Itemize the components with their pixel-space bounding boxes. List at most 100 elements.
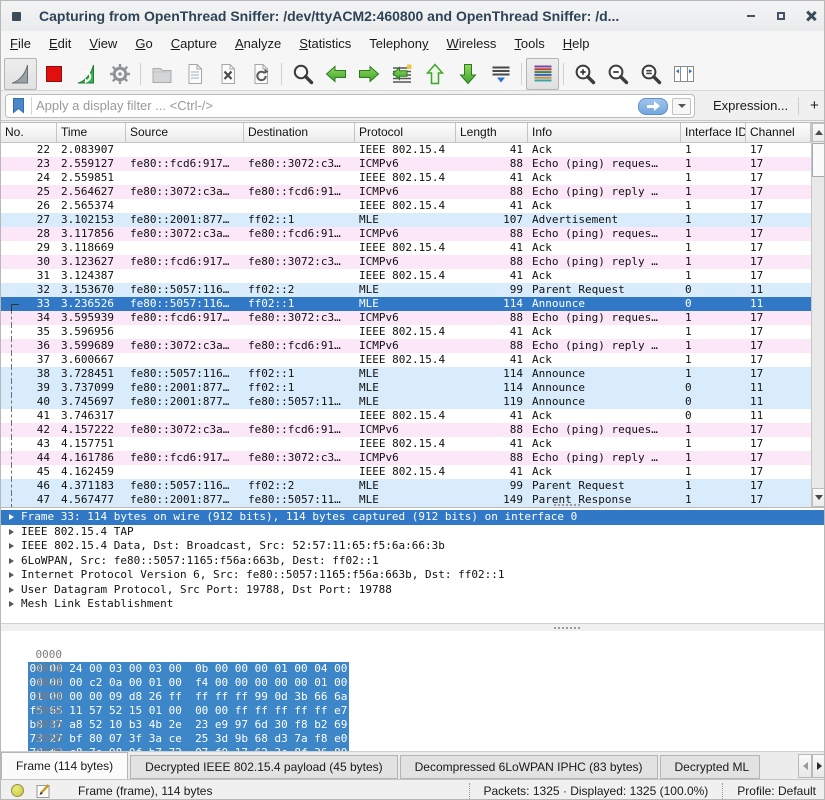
menu-item-statistics[interactable]: Statistics: [290, 31, 360, 57]
packet-row[interactable]: 24 2.559851 IEEE 802.15.4 41 Ack 1 17: [1, 171, 811, 185]
column-header-no[interactable]: No.: [1, 123, 57, 143]
packet-row[interactable]: 35 3.596956 IEEE 802.15.4 41 Ack 1 17: [1, 325, 811, 339]
packet-row[interactable]: 34 3.595939 fe80::fcd6:917… fe80::3072:c…: [1, 311, 811, 325]
zoom-out-button[interactable]: [601, 58, 634, 90]
hex-row[interactable]: 0010 00 00 00 c2 0a 00 01 00 f4 00 00 00…: [1, 648, 825, 662]
auto-scroll-button[interactable]: [484, 58, 517, 90]
menu-item-view[interactable]: View: [80, 31, 126, 57]
column-header-channel[interactable]: Channel: [746, 123, 811, 143]
restart-capture-button[interactable]: [70, 58, 103, 90]
scrollbar-thumb[interactable]: [812, 143, 825, 177]
status-profile[interactable]: Profile: Default: [722, 783, 816, 799]
column-header-destination[interactable]: Destination: [244, 123, 355, 143]
previous-packet-button[interactable]: [319, 58, 352, 90]
packet-row[interactable]: 44 4.161786 fe80::fcd6:917… fe80::3072:c…: [1, 451, 811, 465]
apply-filter-button[interactable]: [638, 98, 668, 115]
packet-row[interactable]: 38 3.728451 fe80::5057:116… ff02::1 MLE …: [1, 367, 811, 381]
detail-tree-item[interactable]: User Datagram Protocol, Src Port: 19788,…: [1, 583, 825, 598]
detail-tree-item[interactable]: IEEE 802.15.4 TAP: [1, 525, 825, 540]
save-file-button[interactable]: [178, 58, 211, 90]
expert-info-icon[interactable]: [11, 784, 24, 797]
expression-button[interactable]: Expression...: [713, 98, 788, 113]
last-packet-button[interactable]: [451, 58, 484, 90]
goto-packet-button[interactable]: [385, 58, 418, 90]
expand-arrow-icon[interactable]: [9, 572, 14, 578]
add-filter-button[interactable]: +: [809, 97, 820, 114]
column-header-interface-id[interactable]: Interface ID: [681, 123, 746, 143]
packet-row[interactable]: 43 4.157751 IEEE 802.15.4 41 Ack 1 17: [1, 437, 811, 451]
packet-row[interactable]: 22 2.083907 IEEE 802.15.4 41 Ack 1 17: [1, 143, 811, 157]
packet-row[interactable]: 41 3.746317 IEEE 802.15.4 41 Ack 0 11: [1, 409, 811, 423]
expand-arrow-icon[interactable]: [9, 587, 14, 593]
expand-arrow-icon[interactable]: [9, 543, 14, 549]
packet-row[interactable]: 45 4.162459 IEEE 802.15.4 41 Ack 1 17: [1, 465, 811, 479]
packet-row[interactable]: 36 3.599689 fe80::3072:c3a… fe80::fcd6:9…: [1, 339, 811, 353]
menu-item-file[interactable]: File: [1, 31, 40, 57]
byte-view-tab-1[interactable]: Decrypted IEEE 802.15.4 payload (45 byte…: [130, 755, 397, 779]
packet-row[interactable]: 31 3.124387 IEEE 802.15.4 41 Ack 1 17: [1, 269, 811, 283]
packet-row[interactable]: 29 3.118669 IEEE 802.15.4 41 Ack 1 17: [1, 241, 811, 255]
detail-tree-item[interactable]: Frame 33: 114 bytes on wire (912 bits), …: [1, 510, 825, 525]
maximize-button[interactable]: [766, 4, 796, 28]
menu-item-go[interactable]: Go: [126, 31, 161, 57]
packet-row[interactable]: 40 3.745697 fe80::2001:877… fe80::5057:1…: [1, 395, 811, 409]
stop-capture-button[interactable]: [37, 58, 70, 90]
menu-item-edit[interactable]: Edit: [40, 31, 80, 57]
menu-item-tools[interactable]: Tools: [505, 31, 553, 57]
capture-comment-icon[interactable]: [36, 783, 52, 799]
byte-view-tab-0[interactable]: Frame (114 bytes): [1, 752, 128, 779]
column-header-info[interactable]: Info: [528, 123, 681, 143]
display-filter-field[interactable]: [5, 94, 695, 118]
resize-columns-button[interactable]: [667, 58, 700, 90]
expand-arrow-icon[interactable]: [9, 529, 14, 535]
pane-splitter[interactable]: [1, 623, 825, 631]
zoom-reset-button[interactable]: [634, 58, 667, 90]
packet-row[interactable]: 47 4.567477 fe80::2001:877… fe80::5057:1…: [1, 493, 811, 507]
pane-splitter-handle[interactable]: [554, 627, 580, 629]
tab-scroll-right-button[interactable]: [812, 754, 825, 778]
menu-item-capture[interactable]: Capture: [162, 31, 226, 57]
colorize-packets-button[interactable]: [526, 58, 559, 90]
detail-tree-item[interactable]: 6LoWPAN, Src: fe80::5057:1165:f56a:663b,…: [1, 554, 825, 569]
packet-row[interactable]: 28 3.117856 fe80::3072:c3a… fe80::fcd6:9…: [1, 227, 811, 241]
packet-row[interactable]: 33 3.236526 fe80::5057:116… ff02::1 MLE …: [1, 297, 811, 311]
column-header-time[interactable]: Time: [57, 123, 126, 143]
capture-options-button[interactable]: [103, 58, 136, 90]
packet-row[interactable]: 25 2.564627 fe80::3072:c3a… fe80::fcd6:9…: [1, 185, 811, 199]
packet-row[interactable]: 30 3.123627 fe80::fcd6:917… fe80::3072:c…: [1, 255, 811, 269]
find-packet-button[interactable]: [286, 58, 319, 90]
tab-scroll-left-button[interactable]: [798, 754, 812, 778]
packet-row[interactable]: 37 3.600667 IEEE 802.15.4 41 Ack 1 17: [1, 353, 811, 367]
detail-tree-item[interactable]: Mesh Link Establishment: [1, 597, 825, 612]
byte-view-tab-3[interactable]: Decrypted ML: [660, 755, 760, 779]
menu-item-wireless[interactable]: Wireless: [438, 31, 506, 57]
packet-row[interactable]: 42 4.157222 fe80::3072:c3a… fe80::fcd6:9…: [1, 423, 811, 437]
close-button[interactable]: [796, 4, 825, 28]
hex-row[interactable]: 0000 00 00 24 00 03 00 03 00 0b 00 00 00…: [1, 634, 825, 648]
packet-row[interactable]: 39 3.737099 fe80::2001:877… ff02::1 MLE …: [1, 381, 811, 395]
expand-arrow-icon[interactable]: [9, 601, 14, 607]
open-file-button[interactable]: [145, 58, 178, 90]
packet-row[interactable]: 46 4.371183 fe80::5057:116… ff02::2 MLE …: [1, 479, 811, 493]
bookmark-icon[interactable]: [11, 97, 26, 114]
packet-row[interactable]: 26 2.565374 IEEE 802.15.4 41 Ack 1 17: [1, 199, 811, 213]
scroll-down-button[interactable]: [812, 488, 825, 507]
packet-row[interactable]: 27 3.102153 fe80::2001:877… ff02::1 MLE …: [1, 213, 811, 227]
pane-splitter-handle[interactable]: [554, 504, 580, 506]
start-capture-button[interactable]: [4, 58, 37, 90]
packet-row[interactable]: 32 3.153670 fe80::5057:116… ff02::2 MLE …: [1, 283, 811, 297]
expand-arrow-icon[interactable]: [9, 514, 14, 520]
menu-item-telephony[interactable]: Telephony: [360, 31, 437, 57]
next-packet-button[interactable]: [352, 58, 385, 90]
column-header-source[interactable]: Source: [126, 123, 244, 143]
first-packet-button[interactable]: [418, 58, 451, 90]
filter-history-dropdown[interactable]: [672, 98, 691, 115]
display-filter-input[interactable]: [36, 96, 694, 116]
close-file-button[interactable]: [211, 58, 244, 90]
menu-item-analyze[interactable]: Analyze: [226, 31, 290, 57]
detail-tree-item[interactable]: IEEE 802.15.4 Data, Dst: Broadcast, Src:…: [1, 539, 825, 554]
scroll-up-button[interactable]: [812, 123, 825, 142]
reload-file-button[interactable]: [244, 58, 277, 90]
expand-arrow-icon[interactable]: [9, 558, 14, 564]
zoom-in-button[interactable]: [568, 58, 601, 90]
